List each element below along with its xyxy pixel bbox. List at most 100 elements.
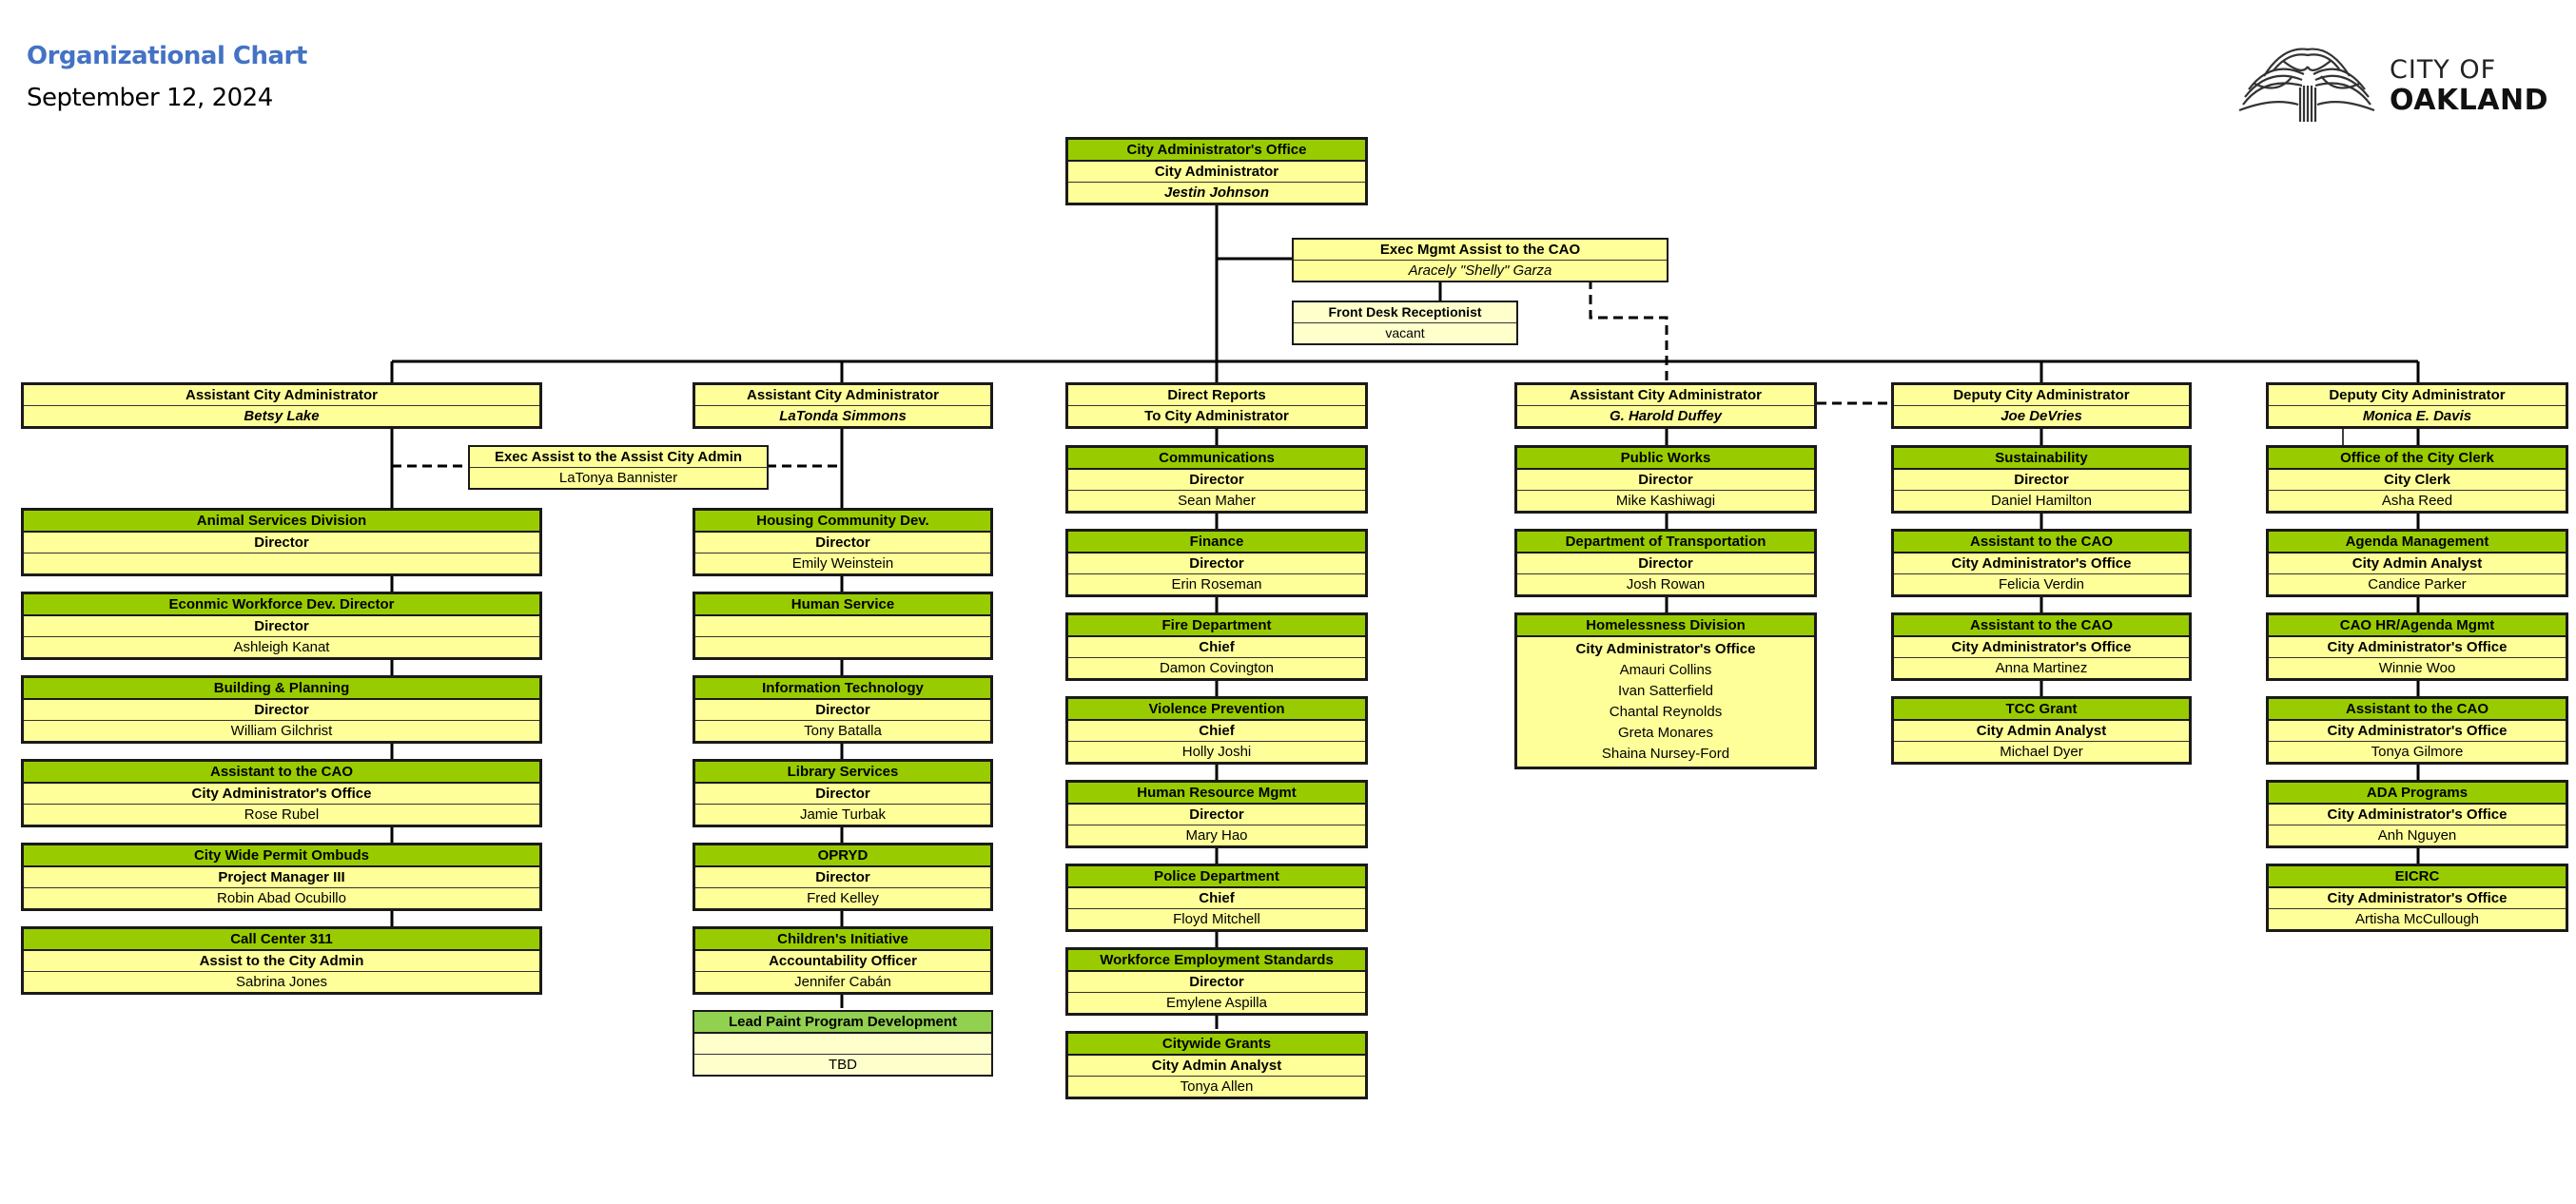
lead-title: Assistant City Administrator bbox=[747, 387, 939, 403]
person-name: Mary Hao bbox=[1068, 825, 1365, 845]
city-administrator-box[interactable]: City Administrator's Office City Adminis… bbox=[1065, 137, 1368, 205]
role-label: City Administrator's Office bbox=[1575, 641, 1756, 657]
department-box[interactable]: Sustainability Director Daniel Hamilton bbox=[1891, 445, 2192, 514]
role-label: City Admin Analyst bbox=[1068, 1055, 1365, 1076]
exec-assist-box[interactable]: Exec Mgmt Assist to the CAO Aracely "She… bbox=[1292, 238, 1669, 282]
person-name: Tonya Gilmore bbox=[2269, 741, 2566, 762]
lead-name: Joe DeVries bbox=[1894, 405, 2189, 426]
person-name bbox=[695, 636, 990, 657]
department-box[interactable]: Office of the City Clerk City Clerk Asha R… bbox=[2266, 445, 2568, 514]
person-name: Chantal Reynolds bbox=[1609, 704, 1723, 720]
department-box[interactable]: Agenda Management City Admin Analyst Candi… bbox=[2266, 529, 2568, 597]
front-desk-box[interactable]: Front Desk Receptionist vacant bbox=[1292, 301, 1518, 345]
lead-name: To City Administrator bbox=[1068, 405, 1365, 426]
person-name: Jestin Johnson bbox=[1068, 182, 1365, 203]
department-box[interactable]: Department of Transportation Director Josh… bbox=[1514, 529, 1817, 597]
department-name: Assistant to the CAO bbox=[1894, 532, 2189, 553]
person-name: Tony Batalla bbox=[695, 720, 990, 741]
role-label: City Administrator's Office bbox=[2269, 804, 2566, 825]
department-name: OPRYD bbox=[695, 845, 990, 866]
dashed-connector bbox=[1589, 280, 1669, 382]
department-name: Information Technology bbox=[695, 678, 990, 699]
role-label: City Admin Analyst bbox=[1894, 720, 2189, 741]
department-name: Office of the City Clerk bbox=[2269, 448, 2566, 469]
column-lead-box[interactable]: Direct Reports To City Administrator bbox=[1065, 382, 1368, 429]
role-label: Director bbox=[695, 699, 990, 720]
person-name: Amauri Collins bbox=[1619, 662, 1712, 678]
department-box[interactable]: Information Technology Director Tony Batal… bbox=[693, 675, 993, 744]
department-box[interactable]: Assistant to the CAO City Administrator's… bbox=[1891, 612, 2192, 681]
department-box[interactable]: Assistant to the CAO City Administrator's… bbox=[2266, 696, 2568, 765]
lead-title: Deputy City Administrator bbox=[1953, 387, 2130, 403]
department-box[interactable]: Assistant to the CAO City Administrator's… bbox=[1891, 529, 2192, 597]
role-label: Chief bbox=[1068, 636, 1365, 657]
column-lead-box[interactable]: Deputy City Administrator Monica E. Davis bbox=[2266, 382, 2568, 429]
department-box[interactable]: Lead Paint Program Development TBD bbox=[693, 1010, 993, 1077]
department-box[interactable]: Police Department Chief Floyd Mitchell bbox=[1065, 864, 1368, 932]
person-name: Floyd Mitchell bbox=[1068, 908, 1365, 929]
department-box[interactable]: Assistant to the CAO City Administrator's… bbox=[21, 759, 542, 827]
role-label: Assist to the City Admin bbox=[24, 950, 539, 971]
role-label: Director bbox=[1068, 971, 1365, 992]
person-name: Robin Abad Ocubillo bbox=[24, 887, 539, 908]
lead-title: Direct Reports bbox=[1167, 387, 1266, 403]
person-name: Emylene Aspilla bbox=[1068, 992, 1365, 1013]
department-box[interactable]: Children's Initiative Accountability Offi… bbox=[693, 926, 993, 995]
department-box[interactable]: EICRC City Administrator's Office Artisha … bbox=[2266, 864, 2568, 932]
column-lead-box[interactable]: Assistant City Administrator G. Harold Du… bbox=[1514, 382, 1817, 429]
lead-name: Monica E. Davis bbox=[2269, 405, 2566, 426]
department-box[interactable]: Library Services Director Jamie Turbak bbox=[693, 759, 993, 827]
homelessness-division-box[interactable]: Homelessness Division City Administrator'… bbox=[1514, 612, 1817, 769]
person-name: Holly Joshi bbox=[1068, 741, 1365, 762]
department-box[interactable]: Citywide Grants City Admin Analyst Tonya A… bbox=[1065, 1031, 1368, 1099]
person-name: Jennifer Cabán bbox=[695, 971, 990, 992]
department-box[interactable]: Human Resource Mgmt Director Mary Hao bbox=[1065, 780, 1368, 848]
person-name: Jamie Turbak bbox=[695, 804, 990, 825]
person-name: LaTonya Bannister bbox=[470, 467, 767, 488]
department-box[interactable]: Violence Prevention Chief Holly Joshi bbox=[1065, 696, 1368, 765]
department-box[interactable]: Public Works Director Mike Kashiwagi bbox=[1514, 445, 1817, 514]
department-name: Violence Prevention bbox=[1068, 699, 1365, 720]
department-box[interactable]: ADA Programs City Administrator's Office A… bbox=[2266, 780, 2568, 848]
role-label: City Clerk bbox=[2269, 469, 2566, 490]
lead-title: Assistant City Administrator bbox=[1570, 387, 1762, 403]
department-name: EICRC bbox=[2269, 866, 2566, 887]
department-box[interactable]: Econmic Workforce Dev. Director Director A… bbox=[21, 592, 542, 660]
role-label: City Admin Analyst bbox=[2269, 553, 2566, 573]
person-name: Damon Covington bbox=[1068, 657, 1365, 678]
person-name: TBD bbox=[694, 1054, 991, 1075]
person-name: Winnie Woo bbox=[2269, 657, 2566, 678]
office-label: City Administrator's Office bbox=[1068, 140, 1365, 161]
person-name: Rose Rubel bbox=[24, 804, 539, 825]
exec-assist-aca-box[interactable]: Exec Assist to the Assist City Admin LaT… bbox=[468, 445, 769, 490]
person-name: Josh Rowan bbox=[1517, 573, 1814, 594]
department-box[interactable]: OPRYD Director Fred Kelley bbox=[693, 843, 993, 911]
department-box[interactable]: Housing Community Dev. Director Emily Wein… bbox=[693, 508, 993, 576]
person-name: Aracely "Shelly" Garza bbox=[1294, 260, 1667, 281]
column-lead-box[interactable]: Assistant City Administrator LaTonda Simm… bbox=[693, 382, 993, 429]
department-box[interactable]: Call Center 311 Assist to the City Admin S… bbox=[21, 926, 542, 995]
person-name: Ashleigh Kanat bbox=[24, 636, 539, 657]
department-box[interactable]: TCC Grant City Admin Analyst Michael Dyer bbox=[1891, 696, 2192, 765]
role-label bbox=[695, 615, 990, 636]
column-lead-box[interactable]: Assistant City Administrator Betsy Lake bbox=[21, 382, 542, 429]
department-box[interactable]: Fire Department Chief Damon Covington bbox=[1065, 612, 1368, 681]
department-box[interactable]: Workforce Employment Standards Director Em… bbox=[1065, 947, 1368, 1016]
department-name: Workforce Employment Standards bbox=[1068, 950, 1365, 971]
department-box[interactable]: City Wide Permit Ombuds Project Manager I… bbox=[21, 843, 542, 911]
lead-title: Deputy City Administrator bbox=[2329, 387, 2506, 403]
department-box[interactable]: Communications Director Sean Maher bbox=[1065, 445, 1368, 514]
department-box[interactable]: Building & Planning Director William Gilch… bbox=[21, 675, 542, 744]
person-name: Asha Reed bbox=[2269, 490, 2566, 511]
department-box[interactable]: Finance Director Erin Roseman bbox=[1065, 529, 1368, 597]
department-name: Public Works bbox=[1517, 448, 1814, 469]
role-label: Director bbox=[1517, 553, 1814, 573]
role-label: Exec Mgmt Assist to the CAO bbox=[1379, 242, 1581, 258]
column-lead-box[interactable]: Deputy City Administrator Joe DeVries bbox=[1891, 382, 2192, 429]
department-box[interactable]: CAO HR/Agenda Mgmt City Administrator's O… bbox=[2266, 612, 2568, 681]
role-label: City Administrator's Office bbox=[2269, 720, 2566, 741]
department-box[interactable]: Animal Services Division Director bbox=[21, 508, 542, 576]
department-box[interactable]: Human Service bbox=[693, 592, 993, 660]
role-label: Director bbox=[1068, 804, 1365, 825]
role-label: Director bbox=[695, 866, 990, 887]
